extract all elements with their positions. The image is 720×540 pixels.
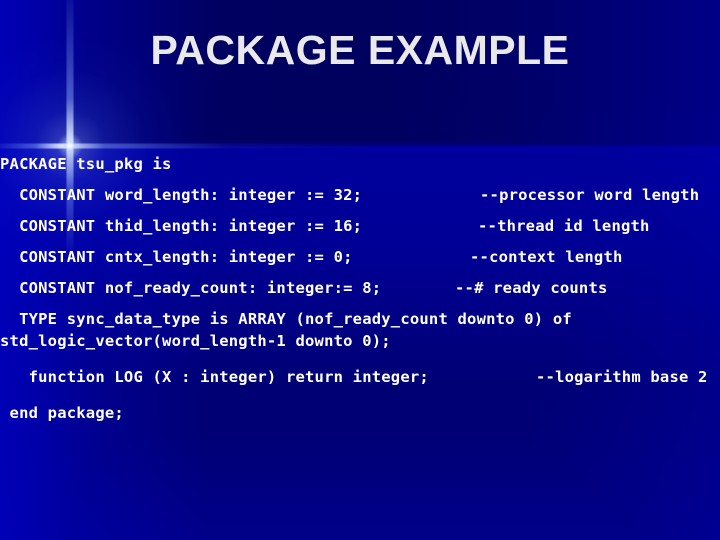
- code-line-comment: --# ready counts: [455, 279, 608, 297]
- code-line-text: PACKAGE tsu_pkg is: [0, 155, 172, 173]
- code-line: function LOG (X : integer) return intege…: [0, 368, 720, 404]
- code-line: end package;: [0, 404, 720, 435]
- code-line-comment: --thread id length: [478, 217, 650, 235]
- code-line: PACKAGE tsu_pkg is: [0, 155, 720, 186]
- code-line: CONSTANT word_length: integer := 32; --pr…: [0, 186, 720, 217]
- code-line: TYPE sync_data_type is ARRAY (nof_ready_…: [0, 310, 720, 332]
- code-line-text: CONSTANT cntx_length: integer := 0;: [0, 248, 353, 266]
- code-line: CONSTANT cntx_length: integer := 0; --con…: [0, 248, 720, 279]
- code-line-comment: --logarithm base 2: [536, 368, 708, 386]
- code-line-comment: --context length: [470, 248, 623, 266]
- code-line: CONSTANT thid_length: integer := 16; --th…: [0, 217, 720, 248]
- slide-canvas: PACKAGE EXAMPLE PACKAGE tsu_pkg is CONST…: [0, 0, 720, 540]
- code-line-text: CONSTANT word_length: integer := 32;: [0, 186, 363, 204]
- code-line-text: std_logic_vector(word_length-1 downto 0)…: [0, 332, 391, 350]
- code-line-text: CONSTANT thid_length: integer := 16;: [0, 217, 363, 235]
- code-line-text: TYPE sync_data_type is ARRAY (nof_ready_…: [0, 310, 572, 328]
- code-line-text: function LOG (X : integer) return intege…: [0, 368, 429, 386]
- code-line-text: end package;: [0, 404, 124, 422]
- code-line: std_logic_vector(word_length-1 downto 0)…: [0, 332, 720, 368]
- slide-title: PACKAGE EXAMPLE: [150, 27, 570, 73]
- code-line-comment: --processor word length: [480, 186, 700, 204]
- code-line: CONSTANT nof_ready_count: integer:= 8; --…: [0, 279, 720, 310]
- code-line-text: CONSTANT nof_ready_count: integer:= 8;: [0, 279, 382, 297]
- code-listing: PACKAGE tsu_pkg is CONSTANT word_length:…: [0, 155, 720, 435]
